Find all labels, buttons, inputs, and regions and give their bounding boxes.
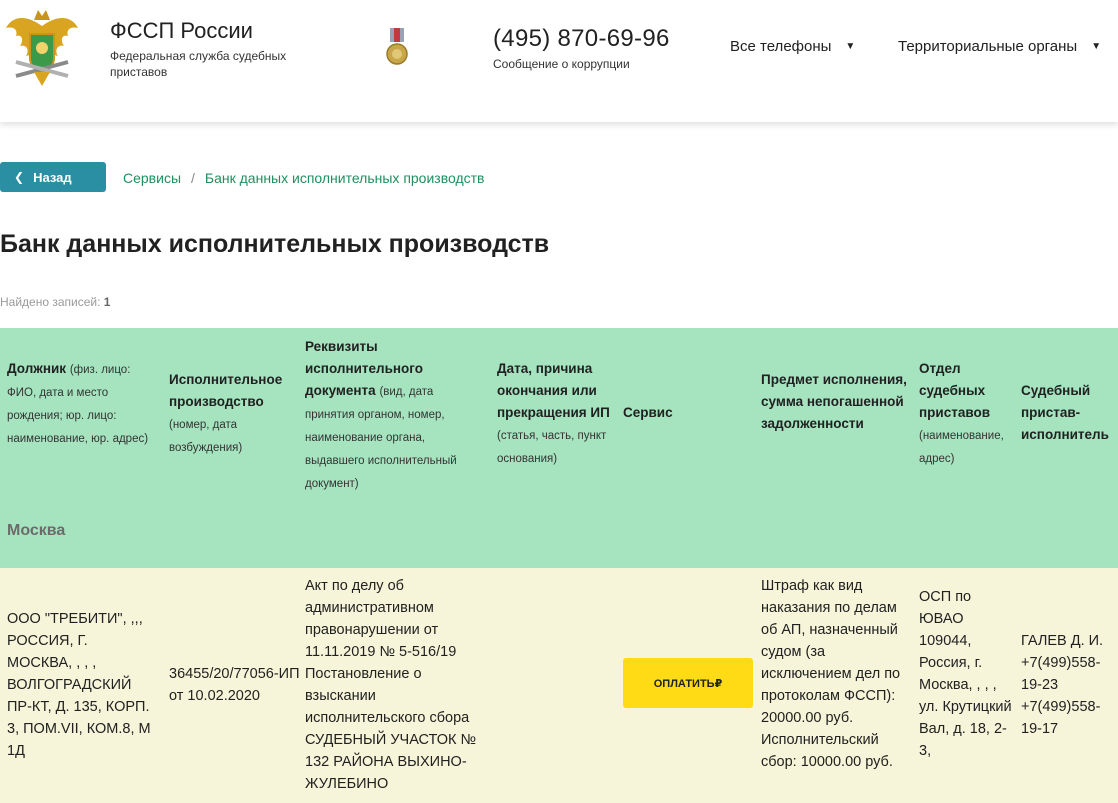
- pay-button[interactable]: ОПЛАТИТЬ₽: [623, 658, 753, 708]
- cell-bailiff: ГАЛЕВ Д. И. +7(499)558-19-23 +7(499)558-…: [1021, 633, 1104, 737]
- cell-debtor: ООО "ТРЕБИТИ", ,,, РОССИЯ, Г. МОСКВА, , …: [7, 611, 151, 759]
- breadcrumb: Сервисы / Банк данных исполнительных про…: [123, 170, 485, 186]
- corruption-hotline-phone[interactable]: (495) 870-69-96: [493, 25, 670, 53]
- column-header-subject-title: Предмет исполнения, сумма непогашенной з…: [761, 372, 907, 431]
- caret-down-icon: ▼: [845, 41, 856, 52]
- column-header-debtor-title: Должник: [7, 361, 67, 376]
- cell-document: Акт по делу об административном правонар…: [305, 578, 477, 792]
- column-header-document: Реквизиты исполнительного документа (вид…: [305, 336, 483, 495]
- region-label: Москва: [7, 522, 66, 539]
- medal-icon: [385, 28, 409, 68]
- table-row: ООО "ТРЕБИТИ", ,,, РОССИЯ, Г. МОСКВА, , …: [0, 568, 1118, 803]
- column-header-bailiff-title: Судебный пристав-исполнитель: [1021, 383, 1109, 442]
- cell-proceeding: 36455/20/77056-ИП от 10.02.2020: [169, 666, 300, 704]
- site-header: ФССП России Федеральная служба судебных …: [0, 0, 1118, 122]
- phone-caption: Сообщение о коррупции: [493, 57, 630, 71]
- column-header-department: Отдел судебных приставов (наименование, …: [919, 358, 1015, 470]
- breadcrumb-link-current[interactable]: Банк данных исполнительных производств: [205, 170, 485, 186]
- column-header-service-title: Сервис: [623, 405, 673, 420]
- column-header-end-date-hint: (статья, часть, пункт основания): [497, 430, 607, 465]
- cell-subject: Штраф как вид наказания по делам об АП, …: [761, 578, 901, 770]
- chevron-left-icon: ❮: [14, 170, 25, 184]
- records-found-label: Найдено записей:: [0, 295, 101, 309]
- brand-subtitle: Федеральная служба судебных приставов: [110, 49, 287, 79]
- breadcrumb-link-services[interactable]: Сервисы: [123, 170, 181, 186]
- cell-department: ОСП по ЮВАО 109044, Россия, г. Москва, ,…: [919, 589, 1012, 759]
- column-header-debtor-hint: (физ. лицо: ФИО, дата и место рождения; …: [7, 364, 149, 445]
- records-found-count: 1: [103, 295, 111, 309]
- column-header-bailiff: Судебный пристав-исполнитель: [1021, 380, 1118, 446]
- territorial-bodies-label: Территориальные органы: [898, 38, 1078, 55]
- column-header-debtor: Должник (физ. лицо: ФИО, дата и место ро…: [7, 358, 152, 450]
- page-title: Банк данных исполнительных производств: [0, 230, 550, 258]
- caret-down-icon: ▼: [1091, 41, 1102, 52]
- fssp-emblem-logo[interactable]: [4, 6, 80, 92]
- brand-title[interactable]: ФССП России: [110, 18, 253, 44]
- all-phones-dropdown[interactable]: Все телефоны ▼: [730, 38, 855, 55]
- all-phones-label: Все телефоны: [730, 38, 832, 55]
- breadcrumb-separator: /: [191, 170, 195, 186]
- territorial-bodies-dropdown[interactable]: Территориальные органы ▼: [898, 38, 1101, 55]
- column-header-proceeding-hint: (номер, дата возбуждения): [169, 419, 243, 454]
- column-header-department-hint: (наименование, адрес): [919, 430, 1004, 465]
- back-button[interactable]: ❮ Назад: [0, 162, 106, 192]
- records-found: Найдено записей: 1: [0, 295, 110, 309]
- column-header-end-date: Дата, причина окончания или прекращения …: [497, 358, 617, 470]
- column-header-subject: Предмет исполнения, сумма непогашенной з…: [761, 369, 911, 435]
- column-header-department-title: Отдел судебных приставов: [919, 361, 990, 420]
- column-header-proceeding: Исполнительное производство (номер, дата…: [169, 369, 299, 459]
- back-button-label: Назад: [33, 169, 72, 185]
- column-header-proceeding-title: Исполнительное производство: [169, 372, 283, 409]
- column-header-end-date-title: Дата, причина окончания или прекращения …: [497, 361, 610, 420]
- column-header-document-hint: (вид, дата принятия органом, номер, наим…: [305, 386, 457, 490]
- column-header-service: Сервис: [623, 402, 733, 424]
- table-header: Должник (физ. лицо: ФИО, дата и место ро…: [0, 328, 1118, 568]
